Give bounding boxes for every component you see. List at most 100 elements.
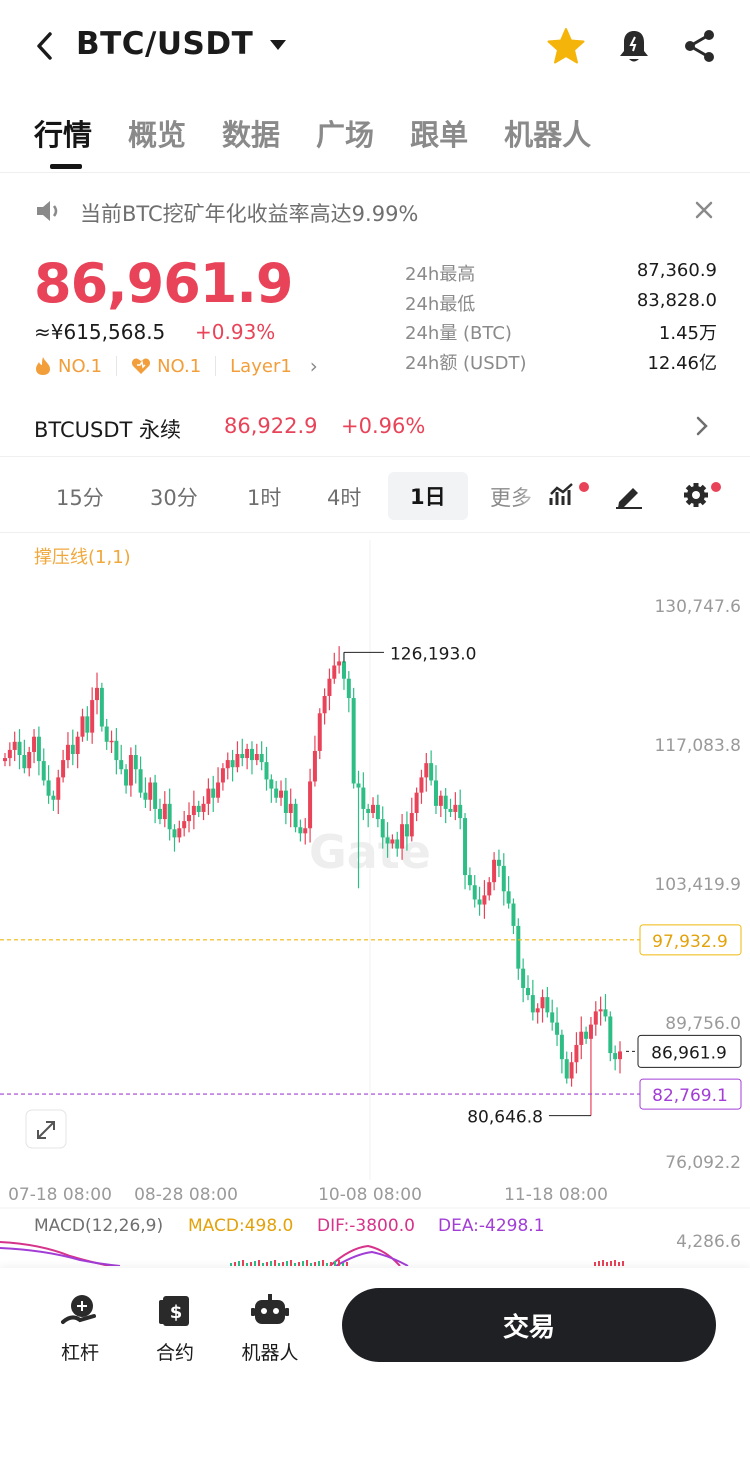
candle-body xyxy=(400,824,405,849)
macd-bar xyxy=(294,1263,296,1266)
candle-body xyxy=(90,700,95,733)
candle-body xyxy=(274,788,279,798)
star-icon[interactable] xyxy=(546,26,586,66)
share-icon[interactable] xyxy=(680,26,720,66)
cny-price: ≈¥615,568.5 xyxy=(34,320,166,344)
speaker-icon xyxy=(37,201,58,221)
macd-bar xyxy=(278,1263,280,1266)
notice-text[interactable]: 当前BTC挖矿年化收益率高达9.99% xyxy=(80,198,418,228)
draw-pen-icon[interactable] xyxy=(613,480,645,510)
candle-body xyxy=(240,753,245,759)
macd-bar xyxy=(286,1261,288,1266)
tf-30m[interactable]: 30分 xyxy=(150,482,198,512)
candle-body xyxy=(119,760,124,770)
notification-dot xyxy=(579,482,589,492)
candle-body xyxy=(332,665,337,679)
tf-more[interactable]: 更多 xyxy=(490,482,546,512)
pair-title[interactable]: BTC/USDT xyxy=(76,26,253,62)
tab-square[interactable]: 广场 xyxy=(316,112,374,154)
bell-icon[interactable] xyxy=(614,26,654,66)
candle-body xyxy=(162,803,167,820)
candle-body xyxy=(424,763,429,778)
tag-separator xyxy=(215,356,217,376)
top-tabs: 行情 概览 数据 广场 跟单 机器人 xyxy=(34,112,627,169)
tf-4h[interactable]: 4时 xyxy=(327,482,361,512)
candle-body xyxy=(191,805,196,816)
macd-bar xyxy=(250,1262,252,1266)
macd-bar xyxy=(246,1263,248,1266)
macd-bar xyxy=(342,1263,344,1266)
candle-body xyxy=(70,744,75,754)
resistance-label: 97,932.9 xyxy=(652,932,728,952)
contract-icon: $ xyxy=(159,1296,189,1326)
candle-body xyxy=(419,777,424,793)
candle-body xyxy=(395,839,400,849)
candle-body xyxy=(458,804,463,819)
candle-body xyxy=(438,795,443,806)
tab-overview[interactable]: 概览 xyxy=(128,112,186,154)
candle-body xyxy=(409,812,414,837)
tf-15m[interactable]: 15分 xyxy=(56,482,104,512)
candle-body xyxy=(245,748,250,759)
candle-body xyxy=(293,803,298,828)
candle-body xyxy=(477,899,482,905)
caret-down-icon[interactable] xyxy=(268,38,288,52)
macd-bar xyxy=(326,1263,328,1266)
candle-body xyxy=(177,828,182,838)
futures-button[interactable]: $ 合约 xyxy=(135,1292,215,1365)
candle-body xyxy=(36,736,41,762)
bot-label: 机器人 xyxy=(241,1342,299,1364)
candle-body xyxy=(496,859,501,866)
candle-body xyxy=(545,997,550,1013)
back-icon[interactable] xyxy=(30,28,62,64)
fav-rank-tag[interactable]: NO.1 xyxy=(131,356,201,377)
margin-button[interactable]: 杠杆 xyxy=(40,1292,120,1365)
tag-label: NO.1 xyxy=(157,355,202,377)
perpetual-price: 86,922.9 xyxy=(224,414,318,438)
support-label: 82,769.1 xyxy=(652,1086,728,1106)
layer1-tag[interactable]: Layer1 xyxy=(230,356,292,377)
macd-bar xyxy=(598,1261,600,1266)
candle-body xyxy=(157,808,162,820)
macd-bar xyxy=(330,1262,332,1266)
trade-button[interactable]: 交易 xyxy=(342,1288,716,1362)
candle-body xyxy=(337,661,342,666)
candle-body xyxy=(114,740,119,761)
tag-label: Layer1 xyxy=(230,355,292,377)
candle-body xyxy=(346,678,351,699)
hot-rank-tag[interactable]: NO.1 xyxy=(34,356,102,377)
candle-body xyxy=(269,779,274,789)
last-price: 86,961.9 xyxy=(34,252,293,315)
candle-body xyxy=(109,740,114,743)
tab-market[interactable]: 行情 xyxy=(34,112,92,169)
macd-bar xyxy=(338,1260,340,1266)
macd-title: MACD(12,26,9) xyxy=(34,1216,163,1236)
settings-gear-icon[interactable] xyxy=(680,480,712,510)
tab-data[interactable]: 数据 xyxy=(222,112,280,154)
tab-copytrade[interactable]: 跟单 xyxy=(410,112,468,154)
chevron-right-icon[interactable] xyxy=(692,414,712,438)
candle-body xyxy=(51,795,56,800)
tf-1d[interactable]: 1日 xyxy=(388,472,468,520)
stat-value: 87,360.9 xyxy=(636,260,717,281)
macd-bar xyxy=(234,1262,236,1266)
stat-row: 24h最高 87,360.9 xyxy=(405,260,717,290)
candle-body xyxy=(303,828,308,834)
candlestick-chart[interactable]: Gate130,747.6117,083.8103,419.989,756.07… xyxy=(0,536,750,1266)
tab-bot[interactable]: 机器人 xyxy=(504,112,591,154)
chevron-right-icon[interactable]: › xyxy=(310,354,318,378)
stat-value: 83,828.0 xyxy=(636,289,717,311)
tf-1h[interactable]: 1时 xyxy=(247,482,281,512)
macd-bar xyxy=(282,1262,284,1266)
candle-body xyxy=(225,760,230,769)
candle-body xyxy=(593,1011,598,1025)
macd-bar xyxy=(258,1260,260,1266)
candle-body xyxy=(254,753,259,761)
perpetual-name[interactable]: BTCUSDT 永续 xyxy=(34,414,181,444)
notification-dot xyxy=(711,482,721,492)
candle-body xyxy=(371,804,376,813)
bot-button[interactable]: 机器人 xyxy=(230,1292,310,1365)
indicator-icon[interactable] xyxy=(548,480,580,510)
macd-bar xyxy=(614,1260,616,1266)
close-icon[interactable] xyxy=(692,198,716,222)
